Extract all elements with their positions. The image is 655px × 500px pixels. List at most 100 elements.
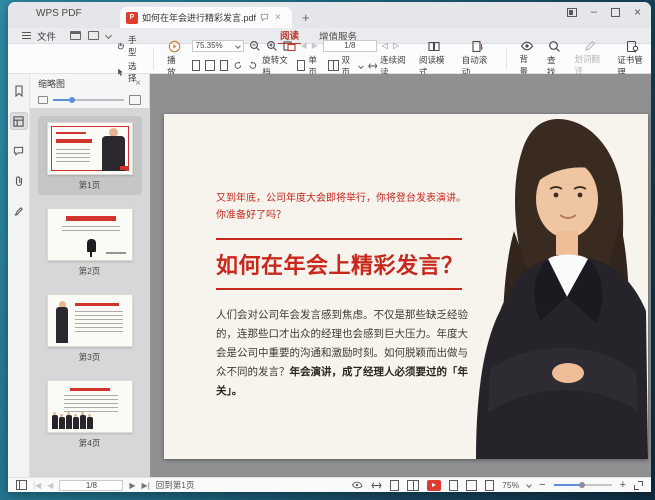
minimize-button[interactable]: – (591, 8, 597, 17)
status-zoom-dropdown-icon[interactable] (526, 482, 532, 488)
document-tab[interactable]: P 如何在年会进行精彩发言.pdf × (120, 7, 292, 28)
fit-visible-icon[interactable] (220, 60, 228, 71)
document-tab-title: 如何在年会进行精彩发言.pdf (142, 11, 256, 24)
thumbnail-list: 第1页 第2页 (30, 108, 149, 477)
new-tab-button[interactable]: + (302, 10, 310, 28)
last-page-icon[interactable]: ▶| (142, 481, 150, 490)
select-tool-button[interactable]: 选择 (116, 60, 143, 84)
thumbnail-label: 第4页 (79, 437, 101, 449)
back-to-first-link[interactable]: 回到第1页 (156, 479, 195, 491)
cert-manage-button[interactable]: 证书管理 (614, 40, 651, 78)
prev-page-icon[interactable]: ◁ (382, 41, 388, 50)
file-menu[interactable]: 文件 (37, 29, 56, 43)
layout-mode-icon[interactable] (567, 8, 577, 17)
status-play-button[interactable] (427, 480, 441, 491)
app-name: WPS PDF (36, 8, 82, 19)
attachments-panel-button[interactable] (10, 172, 28, 190)
status-double-page-icon[interactable] (407, 480, 419, 491)
thumb2-microphone-figure (87, 239, 96, 252)
zoom-in-icon[interactable] (266, 40, 278, 52)
thumb1-person-figure (101, 128, 127, 171)
comment-icon (13, 146, 24, 156)
large-thumb-icon (129, 95, 141, 105)
thumb-size-track[interactable] (53, 99, 124, 101)
find-button[interactable]: 查找 (544, 40, 565, 78)
pdf-file-icon: P (126, 12, 138, 24)
next-page-icon[interactable]: ▷ (393, 41, 399, 50)
businesswoman-photo (470, 114, 648, 459)
auto-scroll-button[interactable]: 自动滚动 (459, 40, 496, 78)
thumbnail-page-4[interactable]: 第4页 (38, 374, 142, 453)
thumbnail-page-1[interactable]: 第1页 (38, 116, 142, 195)
zoom-slider-handle[interactable] (579, 482, 585, 488)
hamburger-menu-icon[interactable] (22, 32, 31, 39)
hand-icon (116, 41, 125, 51)
document-view[interactable]: 又到年底，公司年度大会即将举行，你将登台发表演讲。 你准备好了吗？ 如何在年会上… (150, 74, 651, 477)
maximize-button[interactable] (611, 8, 620, 17)
fit-width-icon[interactable] (205, 60, 215, 71)
zoom-value: 75.35% (196, 41, 223, 50)
page-number-input[interactable] (323, 40, 377, 52)
fullscreen-icon[interactable] (634, 481, 643, 490)
certificate-icon (626, 40, 639, 53)
zoom-combobox[interactable]: 75.35% (192, 40, 244, 52)
status-zoom-value[interactable]: 75% (502, 480, 519, 490)
rotate-right-icon[interactable] (248, 60, 258, 71)
thumbnail-panel: 缩略图 × 第1页 (30, 74, 150, 477)
play-button[interactable]: 播放 (164, 40, 185, 78)
status-fit-page-icon[interactable] (449, 480, 458, 491)
background-button[interactable]: 背景 (517, 40, 538, 77)
zoom-minus-icon[interactable]: − (539, 480, 545, 491)
status-fit-visible-icon[interactable] (485, 480, 494, 491)
status-continuous-icon[interactable] (371, 481, 382, 490)
titlebar: WPS PDF P 如何在年会进行精彩发言.pdf × + – × (8, 2, 651, 28)
hand-tool-button[interactable]: 手型 (116, 34, 143, 58)
toolbar-divider (506, 48, 507, 70)
zoom-dropdown-icon (235, 43, 241, 49)
slide-text-block: 又到年底，公司年度大会即将举行，你将登台发表演讲。 你准备好了吗？ 如何在年会上… (216, 190, 484, 400)
thumbnail-label: 第2页 (79, 265, 101, 277)
thumbnail-label: 第1页 (79, 179, 101, 191)
zoom-plus-icon[interactable]: + (620, 480, 626, 491)
thumbnail-label: 第3页 (79, 351, 101, 363)
status-page-input[interactable] (59, 480, 123, 491)
thumbnails-panel-button[interactable] (10, 112, 28, 130)
eye-protect-icon[interactable] (351, 480, 363, 490)
open-folder-icon[interactable] (70, 31, 81, 40)
zoom-out-icon[interactable] (249, 40, 261, 52)
status-fit-width-icon[interactable] (466, 480, 477, 491)
signature-panel-button[interactable] (10, 202, 28, 220)
quickbar-dropdown-icon[interactable] (105, 32, 112, 39)
wps-pdf-window: WPS PDF P 如何在年会进行精彩发言.pdf × + – × 文件 (8, 2, 651, 492)
bookmarks-panel-button[interactable] (10, 82, 28, 100)
fit-page-icon[interactable] (192, 60, 200, 71)
thumbnail-image-3 (47, 294, 133, 347)
read-mode-button[interactable]: 阅读模式 (416, 40, 453, 78)
play-icon (168, 40, 181, 53)
comments-panel-button[interactable] (10, 142, 28, 160)
book-icon (427, 40, 441, 53)
status-right-group: 75% − + (351, 480, 643, 491)
small-thumb-icon (38, 96, 48, 104)
close-button[interactable]: × (634, 7, 641, 17)
tab-close-icon[interactable]: × (275, 12, 281, 23)
continuous-read-icon (368, 61, 378, 71)
status-bar: |◀ ◀ ▶ ▶| 回到第1页 75% − + (8, 477, 651, 492)
thumbnail-page-2[interactable]: 第2页 (38, 202, 142, 281)
toggle-panel-icon[interactable] (16, 480, 27, 490)
thumbnail-panel-title: 缩略图 (38, 77, 65, 90)
thumb-size-handle[interactable] (69, 97, 75, 103)
status-single-page-icon[interactable] (390, 480, 399, 491)
rotate-left-icon[interactable] (233, 60, 243, 71)
first-page-icon[interactable]: |◀ (33, 481, 41, 490)
page-arrange-icon[interactable] (283, 40, 296, 52)
zoom-slider[interactable] (554, 484, 612, 486)
next-view-icon[interactable]: ▶ (312, 41, 318, 50)
prev-view-icon[interactable]: ◀ (301, 41, 307, 50)
thumbnails-icon (13, 116, 24, 127)
pen-translate-icon (584, 40, 596, 52)
thumbnail-page-3[interactable]: 第3页 (38, 288, 142, 367)
print-icon[interactable] (88, 31, 99, 40)
status-next-page-icon[interactable]: ▶ (129, 481, 135, 490)
status-prev-page-icon[interactable]: ◀ (47, 481, 53, 490)
